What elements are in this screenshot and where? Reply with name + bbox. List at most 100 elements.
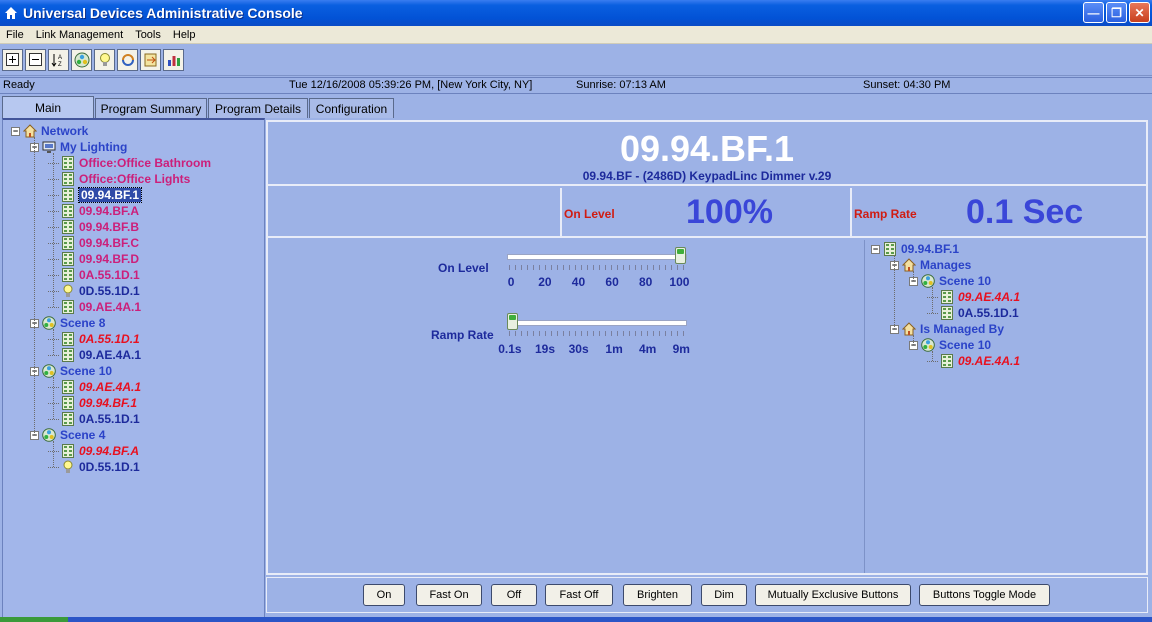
on-button[interactable]: On [363,584,405,606]
scale-tick-label: 20 [538,275,552,289]
tree-item[interactable]: 0A.55.1D.1 [61,331,140,347]
bulb-icon [99,52,110,66]
chart-button[interactable] [163,48,184,71]
tree-item[interactable]: Scene 4 [42,427,105,443]
tree-item-label: 0A.55.1D.1 [79,332,140,346]
tree-item[interactable]: 09.94.BF.A [61,203,139,219]
brighten-button[interactable]: Brighten [623,584,692,606]
keypad-icon [61,252,75,266]
expand-all-icon [6,53,19,66]
tree-item[interactable]: 09.AE.4A.1 [61,347,141,363]
tree-guide-line [53,377,54,419]
fast-off-button[interactable]: Fast Off [545,584,613,606]
scale-tick-label: 100 [669,275,690,289]
off-button[interactable]: Off [491,584,537,606]
link-tree-panel: −09.94.BF.1− Manages − Scene 10 09.AE.4A.1 0A… [864,240,1146,573]
ramp-rate-slider-thumb[interactable] [507,313,518,330]
tree-item-label: 09.AE.4A.1 [958,290,1021,304]
house-icon [23,124,37,138]
tree-item-label: Manages [920,258,972,272]
restore-icon: ❐ [1111,5,1122,20]
tree-item[interactable]: 09.94.BF.A [61,443,139,459]
tab-program-details[interactable]: Program Details [208,98,308,118]
tree-item[interactable]: 09.94.BF.C [61,235,139,251]
restore-button[interactable]: ❐ [1106,2,1127,23]
on-level-slider-track[interactable] [507,254,687,260]
window-title: Universal Devices Administrative Console [23,5,303,21]
ramp-rate-cell: Ramp Rate 0.1 Sec [852,188,1144,236]
collapse-all-button[interactable] [25,48,46,71]
tree-item-label: 09.94.BF.1 [79,396,138,410]
bulb-icon [61,284,75,298]
tree-item[interactable]: 09.94.BF.1 [61,395,137,411]
tab-program-summary[interactable]: Program Summary [95,98,207,118]
sort-button[interactable]: AZ [48,48,69,71]
minimize-button[interactable]: — [1083,2,1104,23]
tree-item[interactable]: 0A.55.1D.1 [61,267,140,283]
status-bar: Ready Tue 12/16/2008 05:39:26 PM, [New Y… [0,77,1152,94]
scene-icon [42,364,56,378]
menu-link-management[interactable]: Link Management [30,29,129,41]
tree-item[interactable]: 09.94.BF.1 [61,187,143,203]
tree-item[interactable]: 09.AE.4A.1 [940,289,1020,305]
collapse-toggle-icon[interactable]: − [871,245,880,254]
on-level-label: On Level [564,207,615,221]
tree-item[interactable]: 0A.55.1D.1 [940,305,1019,321]
tab-main[interactable]: Main [2,96,94,118]
scale-tick-label: 9m [672,342,690,356]
menu-help[interactable]: Help [167,29,202,41]
menu-file[interactable]: File [0,29,30,41]
link-button[interactable] [117,48,138,71]
device-detail-panel: 09.94.BF.1 09.94.BF - (2486D) KeypadLinc… [266,120,1148,575]
expand-all-button[interactable] [2,48,23,71]
tree-item[interactable]: 0D.55.1D.1 [61,459,140,475]
tree-item[interactable]: 09.94.BF.D [61,251,139,267]
on-level-slider-thumb[interactable] [675,247,686,264]
tree-connector [48,307,59,308]
tree-item[interactable]: My Lighting [42,139,127,155]
tree-item[interactable]: Network [23,123,88,139]
dim-button[interactable]: Dim [701,584,747,606]
tab-configuration[interactable]: Configuration [309,98,394,118]
tree-guide-line [913,271,914,281]
ramp-rate-slider-track[interactable] [507,320,687,326]
scale-tick-label: 80 [639,275,653,289]
tab-bar: Main Program Summary Program Details Con… [0,96,1152,118]
tree-item-label: 0A.55.1D.1 [79,268,140,282]
tree-item-label: 09.94.BF.A [79,204,140,218]
tree-item-label: 0A.55.1D.1 [958,306,1019,320]
keypad-icon [61,396,75,410]
tree-item[interactable]: 0D.55.1D.1 [61,283,140,299]
tree-item-label: Network [41,124,89,138]
collapse-all-icon [29,53,42,66]
mutually-exclusive-buttons-button[interactable]: Mutually Exclusive Buttons [755,584,911,606]
bulb-button[interactable] [94,48,115,71]
tree-item[interactable]: Office:Office Lights [61,171,190,187]
scene-button[interactable] [71,48,92,71]
fast-on-button[interactable]: Fast On [416,584,482,606]
tree-item[interactable]: Is Managed By [902,321,1004,337]
menu-tools[interactable]: Tools [129,29,167,41]
tree-item-label: 09.94.BF.A [79,444,140,458]
ramp-rate-label: Ramp Rate [854,207,917,221]
export-button[interactable] [140,48,161,71]
tree-item-label: Scene 8 [60,316,106,330]
keypad-icon [61,172,75,186]
keypad-icon [61,268,75,282]
tree-item[interactable]: 09.AE.4A.1 [940,353,1020,369]
tree-item-label: Scene 10 [939,274,992,288]
buttons-toggle-mode-button[interactable]: Buttons Toggle Mode [919,584,1050,606]
tree-item[interactable]: Scene 8 [42,315,105,331]
status-datetime: Tue 12/16/2008 05:39:26 PM, [New York Ci… [289,79,533,91]
tree-item[interactable]: 0A.55.1D.1 [61,411,140,427]
taskbar-strip [0,617,1152,622]
scene-icon [921,274,935,288]
tree-item[interactable]: 09.AE.4A.1 [61,299,141,315]
close-button[interactable]: ✕ [1129,2,1150,23]
tree-item-label: 09.94.BF.C [79,236,140,250]
tree-guide-line [932,351,933,361]
tree-item[interactable]: 09.94.BF.B [61,219,139,235]
tree-item[interactable]: Office:Office Bathroom [61,155,211,171]
tree-item[interactable]: 09.AE.4A.1 [61,379,141,395]
collapse-toggle-icon[interactable]: − [11,127,20,136]
